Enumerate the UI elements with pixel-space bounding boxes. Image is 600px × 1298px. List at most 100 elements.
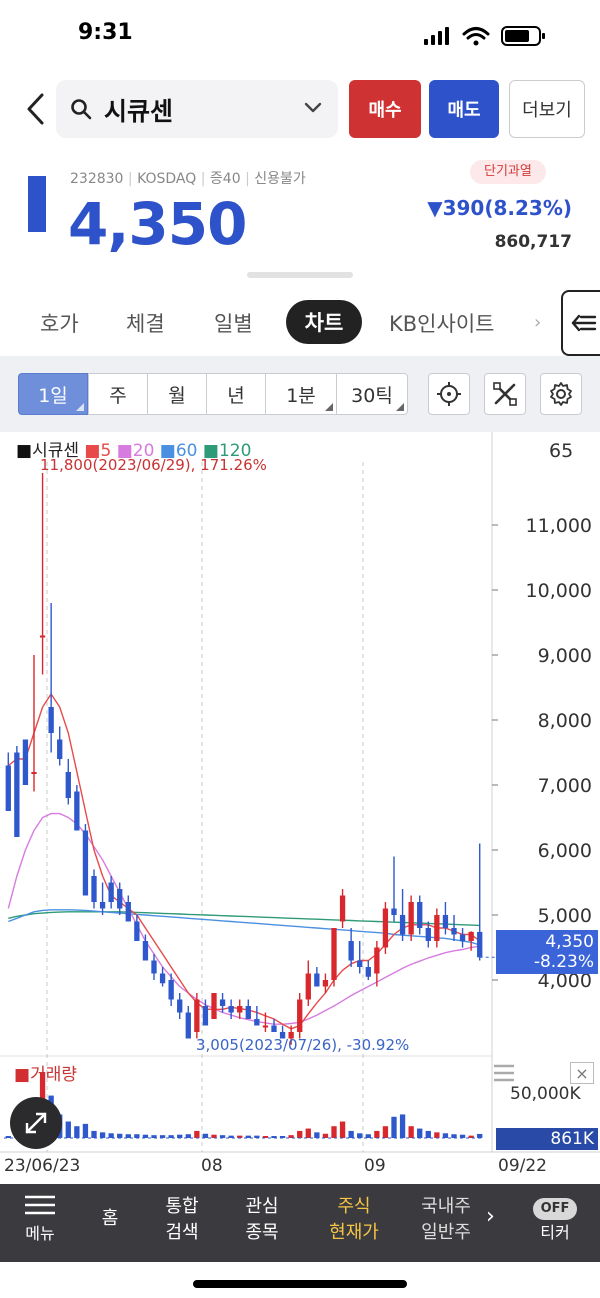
candle-body [391,908,397,915]
volume-bar [399,1114,406,1138]
volume-bar [434,1132,440,1138]
volume-bar [194,1130,200,1138]
candle-body [442,915,449,928]
volume-bar [322,1133,329,1138]
stock-search-input[interactable]: 시큐센 [56,80,338,138]
volume-bar [202,1133,209,1138]
volume-bar [374,1130,380,1138]
candle-body [14,752,20,837]
x-label-aug: 08 [201,1156,223,1176]
nav-domestic[interactable]: 국내주 일반주 [410,1194,482,1246]
expand-icon [25,1112,47,1134]
tab-kb-insight[interactable]: KB인사이트 [389,308,494,338]
candle-body [297,999,303,1032]
candle-body [185,1012,191,1039]
menu-lines-icon[interactable] [494,1064,514,1086]
candle-body [5,765,11,811]
chart-settings-button[interactable] [540,373,582,415]
candle-body [322,980,329,987]
candle-body [39,635,46,638]
chevron-left-icon [27,93,44,125]
candle-body [194,999,200,1032]
ticker-toggle[interactable]: OFF 티커 [530,1198,580,1246]
stock-code: 232830 [70,171,124,187]
drag-handle[interactable] [247,272,353,278]
tab-daily[interactable]: 일별 [214,308,253,338]
candle-body [357,960,363,967]
period-day-button[interactable]: 1일 [18,373,88,415]
chevron-right-icon[interactable]: › [534,312,541,333]
candle-body [314,973,320,987]
volume-label: ■거래량 [14,1065,77,1085]
period-minute-button[interactable]: 1분 [265,373,337,415]
y-tick-label: 5,000 [538,905,592,927]
x-label-start: 23/06/23 [4,1156,81,1176]
tab-trades[interactable]: 체결 [126,308,165,338]
chevron-right-icon[interactable]: › [486,1204,495,1230]
drawing-tools-icon [493,382,517,406]
more-button[interactable]: 더보기 [509,80,585,138]
y-tick-label: 6,000 [538,840,592,862]
tab-orderbook[interactable]: 호가 [40,308,79,338]
stock-market: KOSDAQ [137,171,197,187]
period-week-button[interactable]: 주 [88,373,148,415]
low-annotation: 3,005(2023/07/26), -30.92% [196,1036,410,1054]
home-indicator[interactable] [193,1280,407,1288]
volume-bar [348,1130,354,1138]
volume-bar [314,1132,320,1138]
candle-body [125,902,131,922]
nav-watchlist[interactable]: 관심 종목 [230,1194,294,1246]
candle-body [365,967,371,977]
nav-current-price[interactable]: 주식 현재가 [318,1194,390,1246]
volume-bar [297,1130,303,1138]
candle-body [108,882,114,902]
volume-bar [391,1116,397,1138]
candle-body [408,902,414,935]
volume-axis-label: 50,000K [510,1084,581,1104]
hamburger-icon [25,1195,55,1215]
ma5-line [7,692,481,1030]
nav-search[interactable]: 통합 검색 [150,1194,214,1246]
sell-button[interactable]: 매도 [429,80,499,138]
status-icons [424,24,548,52]
period-month-button[interactable]: 월 [147,373,207,415]
candle-body [305,973,311,1000]
crosshair-button[interactable] [428,373,470,415]
chevron-down-icon [304,102,322,113]
volume-bar [125,1134,131,1138]
period-year-button[interactable]: 년 [206,373,266,415]
candle-body [211,993,217,1019]
volume-bar [82,1123,89,1138]
candle-body [219,999,226,1006]
tab-chart[interactable]: 차트 [286,300,362,344]
chart-toolbar: 1일 주 월 년 1분 30틱 [0,356,600,432]
volume-bar [477,1133,483,1138]
volume-bar [365,1134,371,1138]
side-panel-button[interactable] [561,290,600,356]
period-tick-button[interactable]: 30틱 [336,373,408,415]
nav-menu[interactable]: 메뉴 [18,1194,62,1244]
drawing-tools-button[interactable] [484,373,526,415]
volume-bar [417,1128,423,1138]
volume-bar [451,1134,457,1138]
candle-body [339,895,346,922]
credit-status: 신용불가 [254,171,306,187]
close-icon[interactable]: × [570,1062,594,1084]
candle-body [57,739,63,759]
high-annotation: 11,800(2023/06/29), 171.26% [40,456,267,474]
candle-body [451,928,457,935]
candle-body [159,973,166,984]
back-button[interactable] [22,92,52,126]
y-tick-label: 11,000 [526,515,592,537]
search-icon [71,99,92,120]
fullscreen-button[interactable] [10,1097,62,1149]
status-time: 9:31 [78,20,133,45]
candle-body [468,931,474,941]
candle-body [262,1025,269,1028]
candle-body [271,1025,277,1032]
buy-button[interactable]: 매수 [349,80,421,138]
volume-bar [185,1134,191,1138]
stock-name: 시큐센 [104,97,174,126]
nav-home[interactable]: 홈 [92,1206,128,1232]
volume-bar [91,1130,97,1138]
